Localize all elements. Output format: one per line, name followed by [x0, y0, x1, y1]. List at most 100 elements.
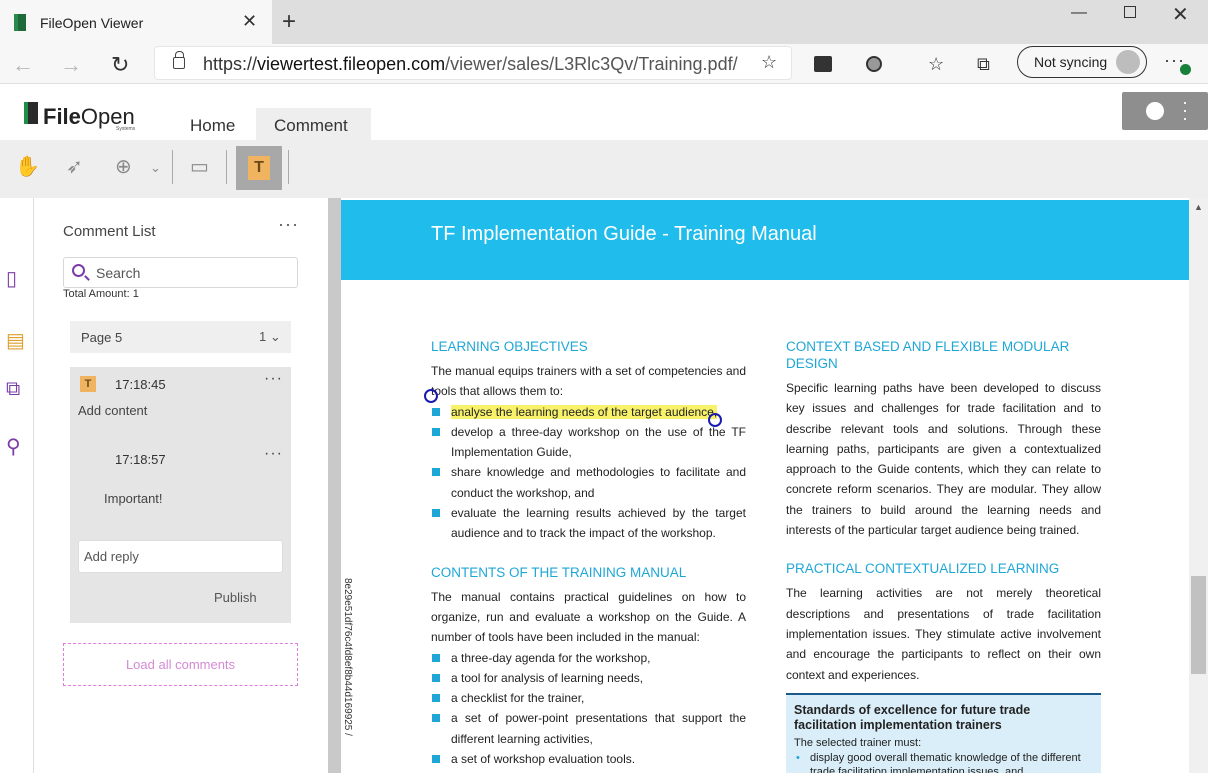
- load-all-comments-button[interactable]: Load all comments: [63, 643, 298, 686]
- add-favorite-star-icon[interactable]: ☆: [761, 52, 777, 73]
- section-heading: CONTEXT BASED AND FLEXIBLE MODULAR DESIG…: [786, 339, 1070, 371]
- search-icon: [72, 264, 85, 277]
- note-comment-icon[interactable]: ▭: [190, 154, 209, 179]
- fileopen-logo-icon: [24, 102, 38, 124]
- highlighted-text[interactable]: analyse the learning needs of the target…: [451, 404, 718, 419]
- chevron-down-icon: ⌄: [266, 329, 281, 344]
- reply-input[interactable]: [78, 540, 283, 573]
- section-text: Specific learning paths have been develo…: [786, 381, 1101, 538]
- tab-close-icon[interactable]: ✕: [242, 11, 257, 32]
- box-title: Standards of excellence for future trade…: [794, 702, 1031, 732]
- text-highlight-tool-button[interactable]: T: [236, 146, 282, 190]
- bookmarks-icon[interactable]: ▯: [6, 266, 17, 291]
- logo-subtitle: Systems: [116, 126, 136, 132]
- lock-icon[interactable]: [173, 51, 185, 69]
- text-annotation-icon: T: [80, 376, 96, 392]
- back-arrow-icon[interactable]: ←: [12, 52, 34, 78]
- page-group-count: 1 ⌄: [259, 329, 281, 345]
- section-text: The learning activities are not merely t…: [786, 586, 1101, 682]
- url-path: /viewer/sales/L3Rlc3Qv/Training.pdf/: [445, 54, 738, 74]
- selection-start-handle[interactable]: [424, 389, 438, 403]
- logo-bold-text: File: [43, 104, 81, 129]
- standards-box: Standards of excellence for future trade…: [786, 692, 1101, 773]
- left-rail: ▯ ▤ ⧉ ⚲: [0, 198, 34, 773]
- comment-list-title: Comment List: [63, 223, 156, 240]
- reply-more-icon[interactable]: ···: [264, 445, 283, 463]
- extension-circle-icon[interactable]: [866, 56, 882, 72]
- forward-arrow-icon[interactable]: →: [60, 52, 82, 78]
- comment-more-icon[interactable]: ···: [264, 370, 283, 388]
- user-menu-button[interactable]: · · ·: [1122, 92, 1208, 130]
- reply-text: Important!: [104, 491, 163, 506]
- search-input[interactable]: [96, 264, 291, 282]
- document-side-id: 8e29e51df76c4fd8ef8b44d169925 /: [342, 578, 353, 736]
- toolbar-divider: [172, 150, 173, 184]
- tab-comment[interactable]: Comment: [256, 108, 371, 140]
- page-group-header[interactable]: Page 5 1 ⌄: [70, 321, 291, 353]
- selection-end-handle[interactable]: [708, 413, 722, 427]
- comments-panel-icon[interactable]: ▤: [6, 328, 25, 353]
- list-item: evaluate the learning results achieved b…: [431, 503, 746, 544]
- url-text[interactable]: https://viewertest.fileopen.com/viewer/s…: [203, 54, 738, 75]
- search-box: [63, 257, 298, 288]
- hand-tool-icon[interactable]: ✋: [15, 154, 40, 179]
- section-heading: PRACTICAL CONTEXTUALIZED LEARNING: [786, 561, 1060, 577]
- comment-content[interactable]: Add content: [78, 403, 147, 418]
- doc-right-column: CONTEXT BASED AND FLEXIBLE MODULAR DESIG…: [786, 338, 1101, 773]
- search-panel-icon[interactable]: ⚲: [6, 434, 21, 459]
- browser-address-bar: ← → ↻ https://viewertest.fileopen.com/vi…: [0, 44, 1208, 84]
- window-minimize-icon[interactable]: —: [1071, 4, 1087, 22]
- browser-tab[interactable]: FileOpen Viewer ✕: [0, 0, 272, 44]
- doc-scrollbar[interactable]: ▲: [1189, 198, 1208, 773]
- list-item: share knowledge and methodologies to fac…: [431, 462, 746, 503]
- pdf-page[interactable]: TF Implementation Guide - Training Manua…: [341, 198, 1189, 773]
- text-tool-icon: T: [248, 156, 270, 180]
- list-item: a tool for analysis of learning needs,: [431, 668, 746, 688]
- list-item: display good overall thematic knowledge …: [794, 751, 1093, 773]
- collections-icon[interactable]: ⧉: [977, 54, 990, 75]
- scroll-up-arrow-icon[interactable]: ▲: [1194, 202, 1203, 212]
- avatar: [1116, 50, 1140, 74]
- list-item: develop a three-day workshop on the use …: [431, 422, 746, 463]
- comment-list-panel: Comment List ··· Total Amount: 1 Page 5 …: [34, 198, 328, 773]
- window-close-icon[interactable]: ✕: [1172, 2, 1189, 27]
- fileopen-favicon-icon: [14, 14, 26, 31]
- extension-icon[interactable]: [814, 56, 832, 72]
- browser-tab-bar: FileOpen Viewer ✕ + — ✕: [0, 0, 1208, 44]
- publish-button[interactable]: Publish: [214, 590, 257, 605]
- doc-left-column: LEARNING OBJECTIVES The manual equips tr…: [431, 338, 746, 769]
- doc-title: TF Implementation Guide - Training Manua…: [431, 223, 817, 245]
- zoom-dropdown-chevron-icon[interactable]: ⌄: [150, 160, 161, 176]
- app-header: FileOpen Systems Home Comment · · ·: [0, 84, 1208, 140]
- section-heading: LEARNING OBJECTIVES: [431, 339, 588, 354]
- update-badge-icon: [1180, 64, 1191, 75]
- scroll-thumb[interactable]: [1191, 576, 1206, 674]
- url-field[interactable]: https://viewertest.fileopen.com/viewer/s…: [154, 46, 792, 80]
- sync-label: Not syncing: [1034, 54, 1108, 70]
- reply-timestamp: 17:18:57: [115, 452, 166, 467]
- list-item: a checklist for the trainer,: [431, 688, 746, 708]
- favorites-icon[interactable]: ☆: [928, 54, 944, 75]
- thumbnails-icon[interactable]: ⧉: [6, 378, 20, 401]
- url-scheme: https://: [203, 54, 258, 74]
- list-item: a set of workshop evaluation tools.: [431, 749, 746, 769]
- comment-toolbar: ✋ ➶ ⊕ ⌄ ▭ T: [0, 140, 1208, 198]
- refresh-icon[interactable]: ↻: [111, 52, 129, 78]
- tab-home[interactable]: Home: [190, 116, 235, 136]
- url-host: viewertest.fileopen.com: [257, 54, 446, 74]
- page-group-label: Page 5: [81, 330, 123, 345]
- window-maximize-icon[interactable]: [1124, 6, 1136, 18]
- comment-card[interactable]: T 17:18:45 ··· Add content 17:18:57 ··· …: [70, 367, 291, 623]
- comment-timestamp: 17:18:45: [115, 377, 166, 392]
- profile-sync-button[interactable]: Not syncing: [1017, 46, 1147, 78]
- new-tab-button[interactable]: +: [282, 8, 296, 36]
- comment-list-more-icon[interactable]: ···: [278, 214, 299, 235]
- panel-divider[interactable]: [328, 198, 341, 773]
- zoom-in-icon[interactable]: ⊕: [115, 154, 132, 179]
- list-item: a three-day agenda for the workshop,: [431, 648, 746, 668]
- select-arrow-icon[interactable]: ➶: [66, 154, 83, 179]
- list-item: a set of power-point presentations that …: [431, 708, 746, 749]
- section-text: The manual contains practical guidelines…: [431, 589, 746, 645]
